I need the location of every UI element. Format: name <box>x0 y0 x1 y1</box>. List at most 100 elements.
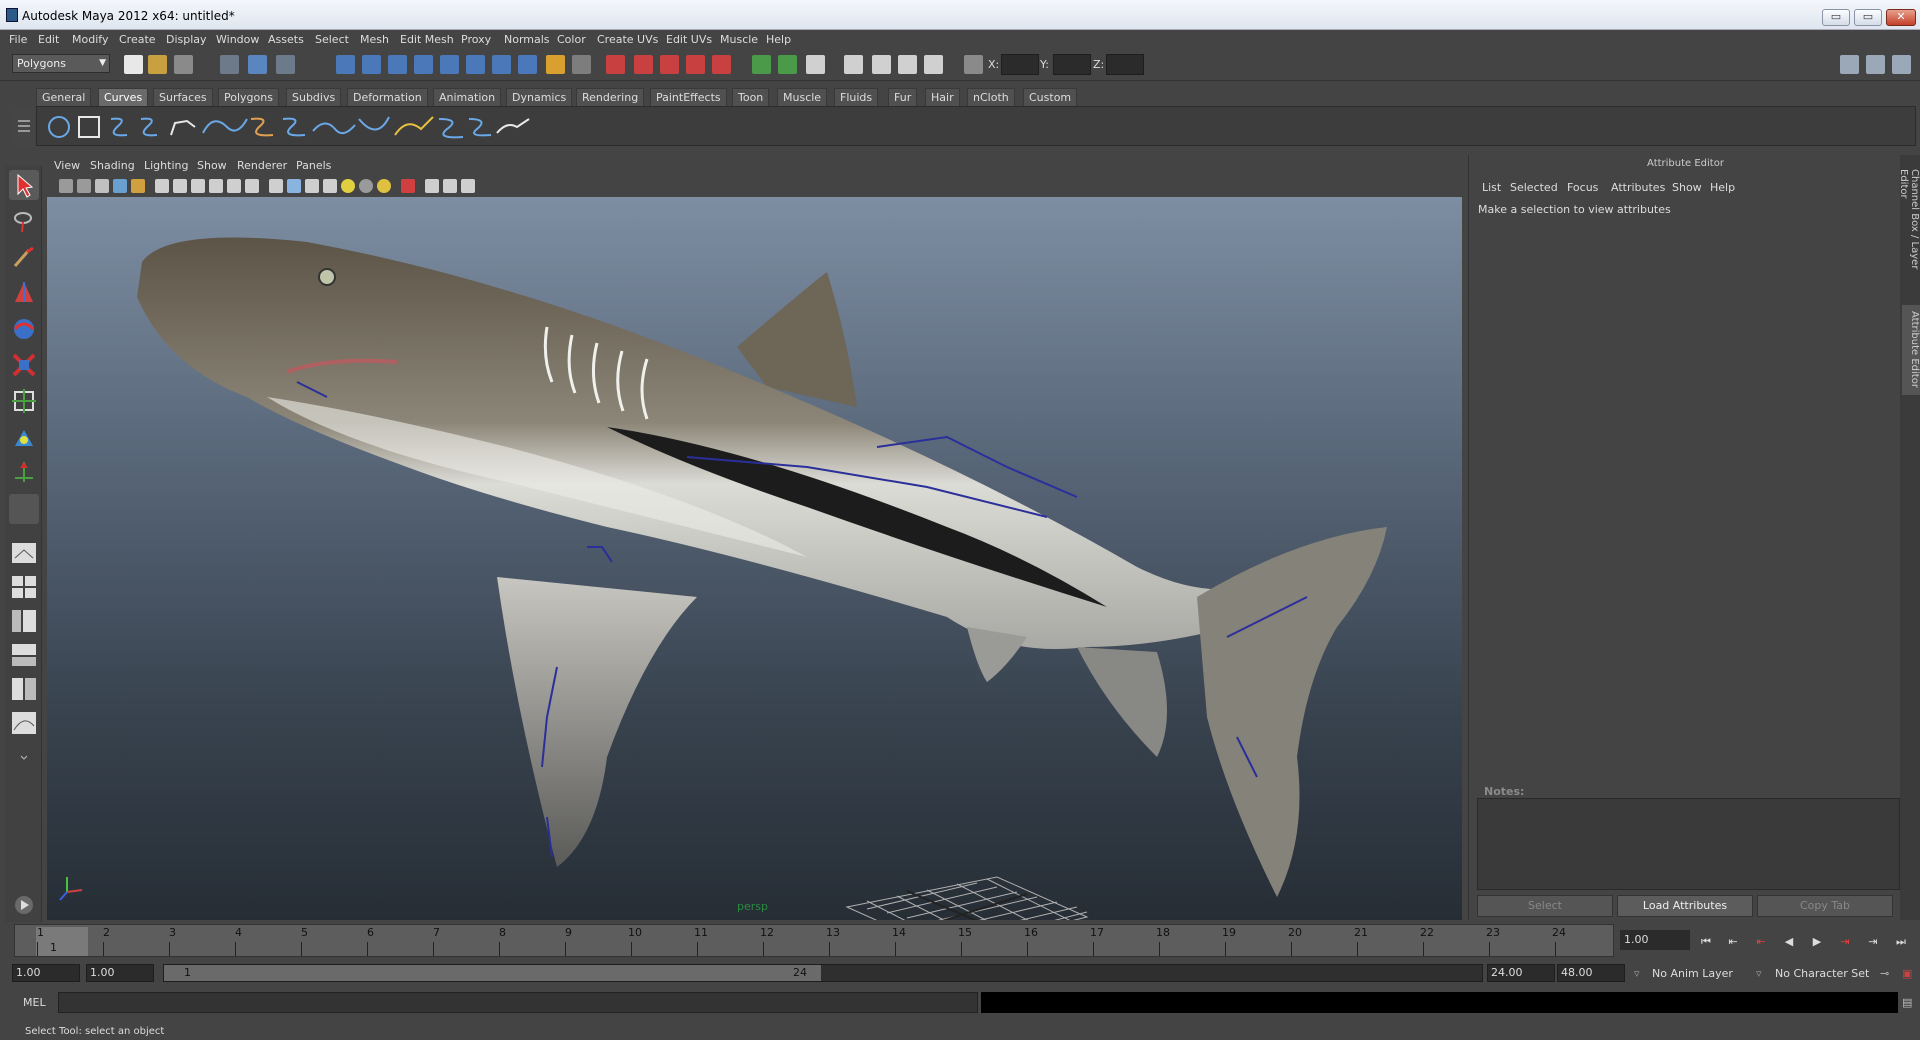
ipr-render-icon[interactable] <box>634 55 653 74</box>
bookmarks-icon[interactable] <box>95 179 109 193</box>
film-gate-icon[interactable] <box>173 179 187 193</box>
panel-menu-view[interactable]: View <box>54 159 80 172</box>
attribute-editor-toggle-icon[interactable] <box>778 55 797 74</box>
show-hide-tool-settings-icon[interactable] <box>1866 55 1885 74</box>
tab-muscle[interactable]: Muscle <box>777 88 828 106</box>
paint-select-tool-icon[interactable] <box>9 242 39 272</box>
menu-select[interactable]: Select <box>315 33 349 46</box>
step-forward-key-icon[interactable]: ⇥ <box>1837 936 1853 948</box>
outliner-icon[interactable] <box>872 55 891 74</box>
range-slider[interactable]: 1 24 <box>163 964 1483 982</box>
menu-color[interactable]: Color <box>557 33 586 46</box>
shelf-options-handle[interactable] <box>14 106 34 146</box>
render-settings-icon[interactable] <box>660 55 679 74</box>
image-plane-icon[interactable] <box>113 179 127 193</box>
snap-view-icon[interactable] <box>492 55 511 74</box>
tab-subdivs[interactable]: Subdivs <box>286 88 342 106</box>
tab-general[interactable]: General <box>36 88 92 106</box>
xray-joints-icon[interactable] <box>443 179 457 193</box>
tab-polygons[interactable]: Polygons <box>218 88 279 106</box>
ae-menu-list[interactable]: List <box>1482 181 1501 194</box>
ae-menu-attributes[interactable]: Attributes <box>1611 181 1665 194</box>
play-forwards-icon[interactable]: ▶ <box>1809 936 1825 948</box>
time-slider[interactable]: 1 1 2 3 4 5 6 7 8 9 10 11 12 13 14 15 16… <box>14 924 1614 957</box>
menu-file[interactable]: File <box>9 33 27 46</box>
select-component-icon[interactable] <box>276 55 295 74</box>
y-field[interactable] <box>1053 54 1091 75</box>
playback-end-field[interactable]: 24.00 <box>1487 964 1555 982</box>
menu-assets[interactable]: Assets <box>268 33 304 46</box>
chevron-down-icon[interactable]: ▿ <box>1756 967 1762 980</box>
auto-key-icon[interactable]: ⊸ <box>1880 967 1889 980</box>
menu-set-select[interactable]: Polygons ▼ <box>12 54 110 73</box>
tab-channel-box[interactable]: Channel Box / Layer Editor <box>1898 163 1920 298</box>
safe-action-icon[interactable] <box>245 179 259 193</box>
menu-create[interactable]: Create <box>119 33 156 46</box>
curve-fillet-icon[interactable] <box>468 118 492 137</box>
menu-create-uvs[interactable]: Create UVs <box>597 33 658 46</box>
hypershade-icon[interactable] <box>686 55 705 74</box>
maximize-button[interactable]: ▭ <box>1854 9 1882 26</box>
menu-muscle[interactable]: Muscle <box>720 33 758 46</box>
tab-fur[interactable]: Fur <box>888 88 918 106</box>
range-slider-handle[interactable]: 1 24 <box>164 965 821 981</box>
tab-dynamics[interactable]: Dynamics <box>506 88 573 106</box>
wireframe-icon[interactable] <box>269 179 283 193</box>
render-view-icon[interactable] <box>712 55 731 74</box>
snap-grid-icon[interactable] <box>336 55 355 74</box>
menu-mesh[interactable]: Mesh <box>360 33 389 46</box>
nurbs-square-icon[interactable] <box>78 116 100 138</box>
toolbox-more-icon[interactable] <box>9 742 39 772</box>
ae-menu-selected[interactable]: Selected <box>1510 181 1558 194</box>
character-set-select[interactable]: No Character Set <box>1775 967 1869 980</box>
menu-help[interactable]: Help <box>766 33 791 46</box>
tab-ncloth[interactable]: nCloth <box>967 88 1015 106</box>
layout-persp-graph-icon[interactable] <box>9 640 39 670</box>
select-object-icon[interactable] <box>248 55 267 74</box>
command-input[interactable] <box>58 992 978 1013</box>
tab-deformation[interactable]: Deformation <box>347 88 428 106</box>
x-field[interactable] <box>1001 54 1039 75</box>
select-button[interactable]: Select <box>1477 895 1613 917</box>
resolution-gate-icon[interactable] <box>191 179 205 193</box>
tab-fluids[interactable]: Fluids <box>834 88 879 106</box>
move-tool-icon[interactable] <box>9 278 39 308</box>
animation-start-field[interactable]: 1.00 <box>12 964 80 982</box>
select-hierarchy-icon[interactable] <box>220 55 239 74</box>
textured-icon[interactable] <box>323 179 337 193</box>
gate-mask-icon[interactable] <box>209 179 223 193</box>
show-hide-attribute-editor-icon[interactable] <box>1840 55 1859 74</box>
isolate-select-icon[interactable] <box>401 179 415 193</box>
rotate-tool-icon[interactable] <box>9 314 39 344</box>
layout-single-perspective-icon[interactable] <box>9 538 39 568</box>
insert-knot-icon[interactable] <box>496 118 530 134</box>
menu-modify[interactable]: Modify <box>72 33 108 46</box>
high-quality-icon[interactable] <box>377 179 391 193</box>
mel-label[interactable]: MEL <box>23 996 46 1009</box>
menu-edit[interactable]: Edit <box>38 33 59 46</box>
animation-end-field[interactable]: 48.00 <box>1557 964 1625 982</box>
current-frame-field[interactable]: 1.00 <box>1620 930 1690 950</box>
show-manipulator-icon[interactable] <box>9 458 39 488</box>
minimize-button[interactable]: ▭ <box>1822 9 1850 26</box>
quick-layout-icon[interactable] <box>9 890 39 920</box>
render-current-icon[interactable] <box>606 55 625 74</box>
ep-curve-tool-icon[interactable] <box>140 117 158 137</box>
tool-settings-icon[interactable] <box>806 55 825 74</box>
transform-field-icon[interactable] <box>964 55 983 74</box>
snap-point-icon[interactable] <box>388 55 407 74</box>
panel-menu-show[interactable]: Show <box>197 159 227 172</box>
soft-modification-icon[interactable] <box>9 422 39 452</box>
input-output-icon[interactable] <box>572 55 591 74</box>
tab-rendering[interactable]: Rendering <box>576 88 645 106</box>
tab-animation[interactable]: Animation <box>433 88 502 106</box>
playback-start-field[interactable]: 1.00 <box>86 964 154 982</box>
notes-textarea[interactable] <box>1477 798 1900 890</box>
last-tool-used-icon[interactable] <box>9 494 39 524</box>
menu-edit-uvs[interactable]: Edit UVs <box>666 33 712 46</box>
snap-live-icon[interactable] <box>466 55 485 74</box>
panel-menu-renderer[interactable]: Renderer <box>237 159 287 172</box>
menu-display[interactable]: Display <box>166 33 207 46</box>
open-scene-icon[interactable] <box>148 55 167 74</box>
align-curves-icon[interactable] <box>312 122 356 135</box>
